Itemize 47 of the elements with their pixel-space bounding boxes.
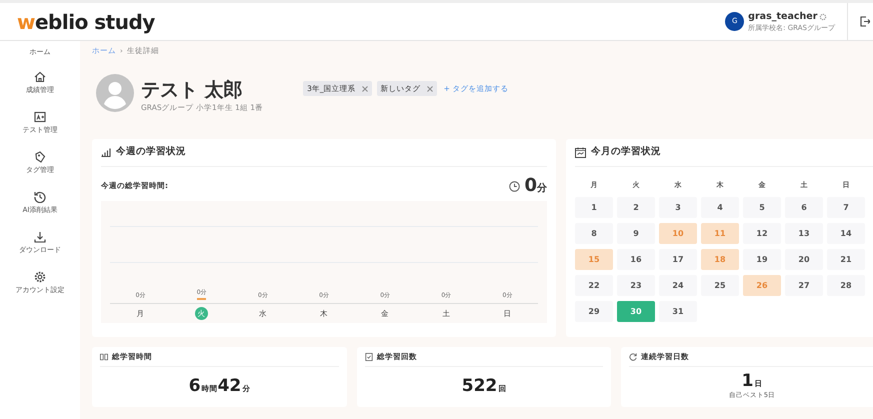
close-icon[interactable] [362, 86, 368, 92]
clock-icon [509, 180, 520, 192]
grade-icon[interactable] [34, 110, 46, 123]
user-name: gras_teacher [748, 10, 818, 22]
checklist-icon [365, 352, 373, 360]
refresh-icon [629, 352, 637, 360]
calendar-day[interactable]: 21 [827, 249, 865, 270]
calendar-day[interactable]: 7 [827, 197, 865, 218]
calendar-day[interactable]: 13 [785, 223, 823, 244]
calendar-day[interactable]: 5 [743, 197, 781, 218]
calendar-day[interactable]: 19 [743, 249, 781, 270]
bar-chart-icon [101, 148, 111, 157]
card-title: 今週の学習状況 [116, 145, 186, 160]
calendar-day[interactable]: 25 [701, 275, 739, 296]
calendar-day[interactable]: 4 [701, 197, 739, 218]
book-icon [100, 352, 108, 360]
student-name: テスト 太郎 [141, 78, 244, 103]
close-icon[interactable] [426, 86, 433, 92]
calendar-day[interactable]: 31 [659, 301, 697, 322]
calendar-day[interactable]: 24 [659, 275, 697, 296]
calendar-day[interactable]: 12 [743, 223, 781, 244]
calendar-day[interactable]: 1 [575, 197, 613, 218]
calendar-day[interactable]: 9 [617, 223, 655, 244]
calendar-day[interactable]: 6 [785, 197, 823, 218]
calendar-day[interactable]: 20 [785, 249, 823, 270]
calendar-day[interactable]: 27 [785, 275, 823, 296]
logout-icon[interactable] [860, 16, 870, 27]
calendar-day[interactable]: 3 [659, 197, 697, 218]
calendar-day[interactable]: 14 [827, 223, 865, 244]
home-icon[interactable] [34, 70, 46, 83]
download-icon[interactable] [34, 230, 46, 243]
calendar-day[interactable]: 16 [617, 249, 655, 270]
calendar-day[interactable]: 22 [575, 275, 613, 296]
calendar-day[interactable]: 29 [575, 301, 613, 322]
calendar-day[interactable]: 8 [575, 223, 613, 244]
history-icon[interactable] [34, 190, 46, 203]
calendar-icon [575, 147, 586, 158]
logo: weblio study [17, 8, 155, 36]
calendar-day[interactable]: 17 [659, 249, 697, 270]
calendar-day[interactable]: 28 [827, 275, 865, 296]
calendar-day[interactable]: 2 [617, 197, 655, 218]
card-title: 今月の学習状況 [591, 145, 661, 160]
tag-icon[interactable] [34, 150, 46, 163]
avatar-icon [96, 74, 134, 112]
calendar-day[interactable]: 23 [617, 275, 655, 296]
settings-icon[interactable] [34, 270, 46, 283]
total-value: 0分 [524, 177, 547, 195]
